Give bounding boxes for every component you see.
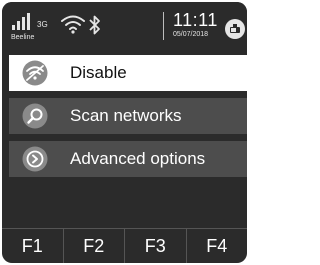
bluetooth-icon (89, 15, 100, 35)
search-icon (22, 103, 48, 129)
f3-key[interactable]: F3 (124, 229, 186, 263)
arrow-right-icon (22, 146, 48, 172)
battery-icon (225, 19, 245, 39)
network-type: 3G (37, 20, 48, 29)
status-divider (163, 12, 164, 40)
f4-key[interactable]: F4 (185, 229, 248, 263)
f1-key[interactable]: F1 (2, 229, 63, 263)
menu-item-label: Advanced options (70, 149, 206, 168)
menu-item-scan-networks[interactable]: Scan networks (9, 98, 247, 134)
signal-icon (12, 12, 34, 30)
f2-key[interactable]: F2 (62, 229, 125, 263)
wifi-off-icon (22, 60, 48, 86)
clock-date: 05/07/2018 (173, 31, 209, 38)
carrier-name: Beeline (11, 34, 35, 41)
menu-item-advanced-options[interactable]: Advanced options (9, 141, 247, 177)
menu-item-label: Scan networks (70, 106, 182, 125)
wifi-icon (61, 15, 85, 34)
device-screen: 3G Beeline 11:11 05/07/2018 Disable Scan… (2, 2, 247, 263)
menu-item-disable[interactable]: Disable (9, 55, 247, 91)
menu-item-label: Disable (70, 63, 127, 82)
function-key-bar: F1 F2 F3 F4 (2, 228, 247, 263)
clock-time: 11:11 (173, 10, 218, 30)
status-bar: 3G Beeline 11:11 05/07/2018 (2, 2, 247, 52)
